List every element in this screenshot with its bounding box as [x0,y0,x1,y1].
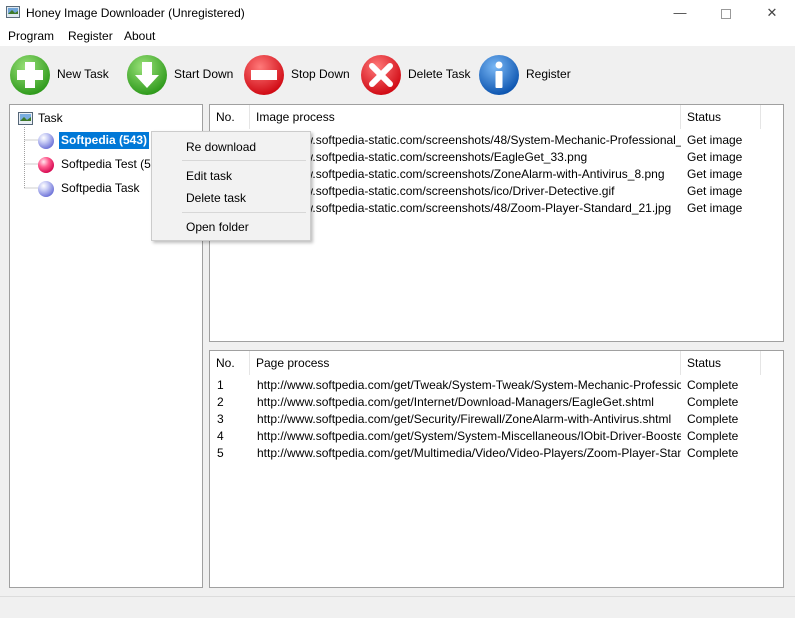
tree-node-label: Softpedia Task [61,181,140,195]
page-url: http://www.softpedia.com/get/System/Syst… [257,429,681,443]
row-status: Get image [687,201,743,215]
context-menu: Re download Edit task Delete task Open f… [151,131,311,241]
page-list-header: No. Page process Status [210,351,783,375]
maximize-button[interactable] [703,0,749,26]
row-status: Get image [687,150,743,164]
title-bar: Honey Image Downloader (Unregistered) — … [0,0,795,26]
row-number: 3 [217,412,224,426]
blue-ball-icon [38,181,54,197]
red-ball-icon [38,157,54,173]
row-number: 4 [217,429,224,443]
tree-root-label: Task [38,111,63,125]
page-url: http://www.softpedia.com/get/Security/Fi… [257,412,672,426]
row-status: Complete [687,378,739,392]
menu-register[interactable]: Register [68,29,113,43]
table-row[interactable]: 2 http://www.softpedia.com/get/Internet/… [210,394,783,411]
window-title: Honey Image Downloader (Unregistered) [26,6,245,20]
page-process-list[interactable]: No. Page process Status 1 http://www.sof… [209,350,784,588]
row-number: 2 [217,395,224,409]
stop-down-label: Stop Down [291,67,350,81]
tree-node-label: Softpedia Test (56) [61,157,162,171]
menu-item-re-download[interactable]: Re download [152,136,310,158]
toolbar: New Task Start Down Stop Down Delete Tas… [0,46,795,102]
row-status: Complete [687,412,739,426]
close-icon: ✕ [766,5,778,20]
start-down-button[interactable]: Start Down [126,54,236,96]
menu-item-edit-task[interactable]: Edit task [152,165,310,187]
status-bar [0,596,795,618]
table-row[interactable]: 5 http://www.softpedia.com/get/Multimedi… [210,445,783,462]
image-list-header: No. Image process Status [210,105,783,129]
start-down-label: Start Down [174,67,234,81]
column-header-status[interactable]: Status [681,351,761,375]
column-header-image-process[interactable]: Image process [250,105,681,129]
image-url: http://www.softpedia-static.com/screensh… [257,184,615,198]
menu-about[interactable]: About [124,29,155,43]
image-url: http://www.softpedia-static.com/screensh… [257,201,672,215]
row-status: Get image [687,167,743,181]
table-row[interactable]: 4 http://www.softpedia.com/get/System/Sy… [210,428,783,445]
menu-program[interactable]: Program [8,29,54,43]
register-button[interactable]: Register [478,54,574,96]
row-status: Complete [687,429,739,443]
stop-down-button[interactable]: Stop Down [243,54,353,96]
maximize-icon [721,8,731,19]
new-task-button[interactable]: New Task [9,54,119,96]
menu-separator [182,212,306,213]
delete-task-button[interactable]: Delete Task [360,54,472,96]
minus-icon [244,55,284,95]
minimize-icon: — [673,5,687,20]
row-status: Get image [687,184,743,198]
menu-item-open-folder[interactable]: Open folder [152,216,310,238]
task-folder-icon [18,112,33,125]
tree-connector-lines [24,127,38,189]
page-url: http://www.softpedia.com/get/Tweak/Syste… [257,378,681,392]
blue-ball-icon [38,133,54,149]
new-task-label: New Task [57,67,109,81]
menu-bar: Program Register About [0,26,795,46]
register-label: Register [526,67,571,81]
delete-task-label: Delete Task [408,67,471,81]
column-header-no[interactable]: No. [210,351,250,375]
arrow-down-icon [127,55,167,95]
row-number: 5 [217,446,224,460]
table-row[interactable]: 1 http://www.softpedia.com/get/Tweak/Sys… [210,377,783,394]
row-status: Complete [687,395,739,409]
row-number: 1 [217,378,224,392]
image-url: http://www.softpedia-static.com/screensh… [257,133,681,147]
app-icon [6,6,20,18]
column-header-status[interactable]: Status [681,105,761,129]
info-icon [479,55,519,95]
page-url: http://www.softpedia.com/get/Multimedia/… [257,446,681,460]
menu-separator [182,160,306,161]
close-button[interactable]: ✕ [749,0,795,26]
row-status: Get image [687,133,743,147]
image-url: http://www.softpedia-static.com/screensh… [257,150,588,164]
table-row[interactable]: 3 http://www.softpedia.com/get/Security/… [210,411,783,428]
column-header-page-process[interactable]: Page process [250,351,681,375]
x-icon [361,55,401,95]
row-status: Complete [687,446,739,460]
plus-icon [10,55,50,95]
tree-node-label: Softpedia (543) [59,132,150,149]
page-url: http://www.softpedia.com/get/Internet/Do… [257,395,654,409]
image-url: http://www.softpedia-static.com/screensh… [257,167,665,181]
column-header-no[interactable]: No. [210,105,250,129]
minimize-button[interactable]: — [657,0,703,26]
menu-item-delete-task[interactable]: Delete task [152,187,310,209]
